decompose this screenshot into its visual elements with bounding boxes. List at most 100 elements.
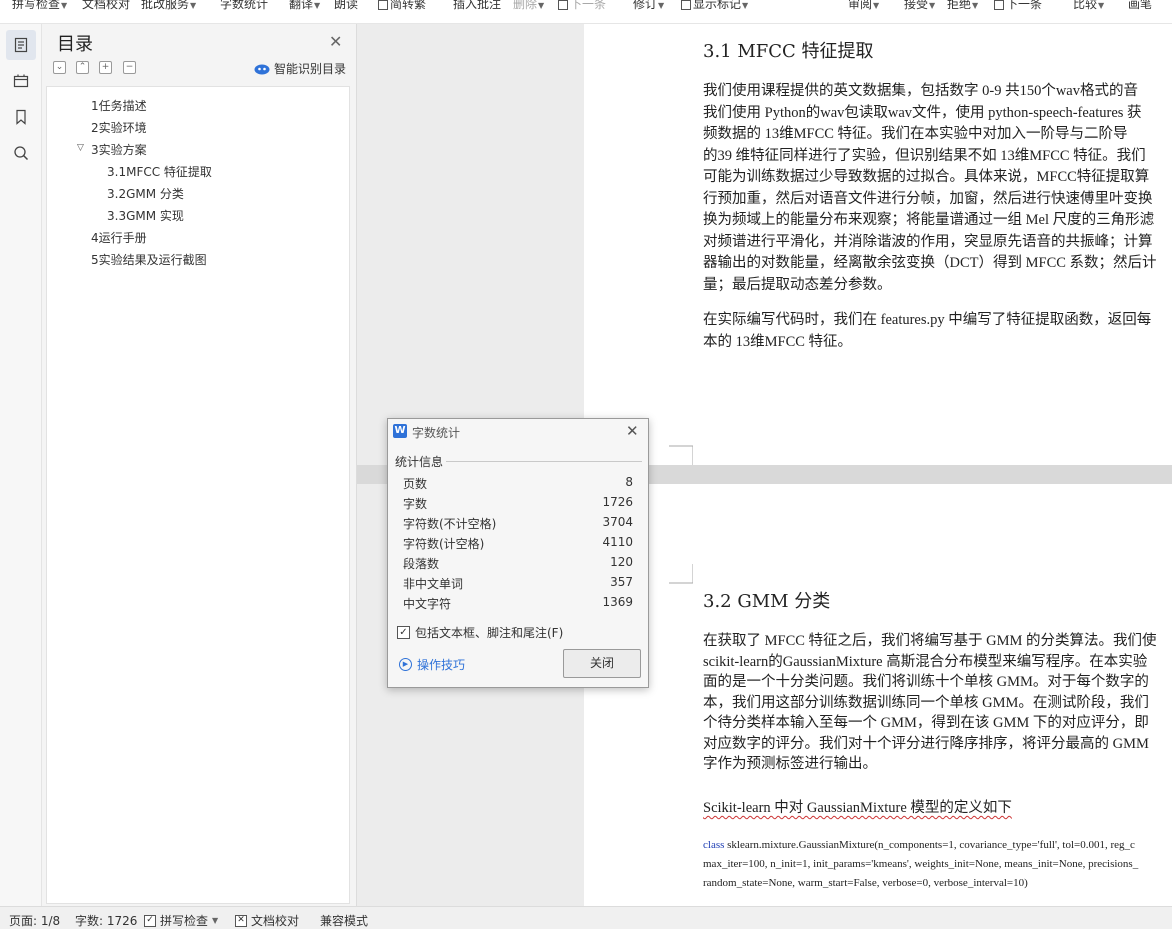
toolbar-button[interactable]: 翻译▼: [289, 0, 320, 13]
expand-all-icon[interactable]: ⌄: [53, 61, 66, 74]
outline-item[interactable]: 3.2GMM 分类: [107, 185, 184, 202]
toolbar-button[interactable]: 朗读: [334, 0, 358, 13]
toolbar-button[interactable]: 下一条: [558, 0, 606, 13]
heading-mfcc[interactable]: 3.1 MFCC 特征提取: [703, 37, 874, 63]
page-indicator[interactable]: 页面: 1/8: [9, 912, 60, 929]
stat-value: 1369: [602, 595, 633, 609]
toolbar-button-label: 批改服务: [141, 0, 190, 11]
toolbar-button[interactable]: 比较▼: [1073, 0, 1104, 13]
toolbar-button[interactable]: 拼写检查▼: [12, 0, 67, 13]
outline-panel-button[interactable]: [6, 30, 36, 60]
word-count-indicator[interactable]: 字数: 1726: [75, 912, 137, 929]
stat-value: 1726: [602, 495, 633, 509]
chevron-down-icon: ▼: [972, 1, 979, 10]
toolbar-button[interactable]: 插入批注: [453, 0, 501, 13]
outline-item[interactable]: 3.1MFCC 特征提取: [107, 163, 212, 180]
compat-mode-indicator: 兼容模式: [320, 914, 369, 928]
stat-label: 中文字符: [403, 597, 452, 611]
code-line: class sklearn.mixture.GaussianMixture(n_…: [703, 836, 1135, 855]
toolbar-action-icon: [681, 0, 691, 10]
stat-row: 段落数 120: [403, 555, 633, 572]
chevron-down-icon[interactable]: ▽: [77, 143, 84, 153]
close-button[interactable]: 关闭: [563, 649, 641, 678]
outline-item[interactable]: 3.3GMM 实现: [107, 207, 184, 224]
toolbar-button-label: 插入批注: [453, 0, 502, 11]
toolbar-button[interactable]: 批改服务▼: [141, 0, 196, 13]
chapter-nav-button[interactable]: [6, 66, 36, 96]
play-icon: ▶: [399, 658, 412, 671]
checkbox-checked-icon: ✓: [144, 914, 156, 927]
toolbar-button[interactable]: 删除▼: [513, 0, 544, 13]
page-corner-mark: [669, 445, 693, 465]
text-line: 行预加重，然后对语音文件进行分帧，加窗，然后进行快速傅里叶变换: [703, 190, 1153, 207]
stat-label: 字数: [403, 497, 428, 511]
checkbox-label: 包括文本框、脚注和尾注(F): [415, 626, 564, 640]
stat-row: 字符数(不计空格) 3704: [403, 515, 633, 532]
toolbar-button-label: 拼写检查: [12, 0, 61, 11]
toolbar-button[interactable]: 显示标记▼: [681, 0, 748, 13]
toolbar-button[interactable]: 简转繁: [378, 0, 426, 13]
toolbar-action-icon: [378, 0, 388, 10]
toolbar-button[interactable]: 修订▼: [633, 0, 664, 13]
proofread-label: 文档校对: [251, 914, 300, 928]
stat-row: 页数 8: [403, 475, 633, 492]
ai-cloud-icon: [254, 64, 270, 74]
toolbar-button[interactable]: 字数统计: [220, 0, 268, 13]
toolbar-button[interactable]: 审阅▼: [848, 0, 879, 13]
outline-item[interactable]: 4运行手册: [91, 229, 147, 246]
stat-row: 非中文单词 357: [403, 575, 633, 592]
outline-item[interactable]: 5实验结果及运行截图: [91, 251, 207, 268]
chevron-down-icon: ▼: [742, 1, 749, 10]
stat-value: 4110: [602, 535, 633, 549]
section-divider: [446, 461, 642, 462]
toolbar-button[interactable]: 画笔: [1128, 0, 1152, 13]
chevron-down-icon: ▼: [190, 1, 197, 10]
spellcheck-status[interactable]: ✓ 拼写检查 ▼: [144, 912, 218, 929]
stat-value: 357: [610, 575, 633, 589]
find-button[interactable]: [6, 138, 36, 168]
stat-label: 字符数(不计空格): [403, 517, 497, 531]
chevron-down-icon: ▼: [658, 1, 665, 10]
paragraph[interactable]: Scikit-learn 中对 GaussianMixture 模型的定义如下: [703, 798, 1012, 819]
toolbar-button-label: 翻译: [289, 0, 314, 11]
close-icon[interactable]: ✕: [329, 32, 342, 51]
outline-title: 目录: [57, 34, 93, 55]
promote-heading-icon[interactable]: +: [99, 61, 112, 74]
outline-item[interactable]: 2实验环境: [91, 119, 147, 136]
chevron-down-icon: ▼: [929, 1, 936, 10]
bookmark-button[interactable]: [6, 102, 36, 132]
outline-item[interactable]: 1任务描述: [91, 97, 147, 114]
tips-link[interactable]: ▶ 操作技巧: [399, 656, 465, 673]
code-text: sklearn.mixture.GaussianMixture(n_compon…: [727, 839, 1135, 851]
toolbar-button[interactable]: 接受▼: [904, 0, 935, 13]
toolbar-button-label: 画笔: [1128, 0, 1153, 11]
search-icon: [14, 146, 29, 161]
smart-recognize-toc-button[interactable]: 智能识别目录: [254, 60, 346, 77]
demote-heading-icon[interactable]: −: [123, 61, 136, 74]
folder-tree-icon: [13, 74, 29, 88]
include-textbox-checkbox[interactable]: ✓ 包括文本框、脚注和尾注(F): [397, 624, 563, 641]
page-corner-mark: [669, 564, 693, 584]
toolbar-button[interactable]: 拒绝▼: [947, 0, 978, 13]
toolbar-button-label: 审阅: [848, 0, 873, 11]
chevron-down-icon: ▼: [873, 1, 880, 10]
chevron-down-icon: ▼: [61, 1, 68, 10]
collapse-all-icon[interactable]: ⌃: [76, 61, 89, 74]
spellcheck-label: 拼写检查: [160, 914, 209, 928]
heading-gmm[interactable]: 3.2 GMM 分类: [703, 587, 830, 613]
stat-row: 字数 1726: [403, 495, 633, 512]
checkbox-checked-icon: ✓: [397, 626, 410, 639]
toolbar-button[interactable]: 下一条: [994, 0, 1042, 13]
stats-section-label: 统计信息: [395, 455, 444, 469]
bookmark-icon: [16, 109, 26, 125]
toolbar-button[interactable]: 文档校对: [82, 0, 130, 13]
smart-recognize-label: 智能识别目录: [274, 62, 347, 76]
proofread-status[interactable]: ✕ 文档校对: [235, 912, 299, 929]
outline-item[interactable]: 3实验方案: [91, 141, 147, 158]
toolbar-button-label: 文档校对: [82, 0, 131, 11]
stat-label: 字符数(计空格): [403, 537, 485, 551]
wps-logo-icon: W: [393, 424, 407, 438]
outline-panel: 目录 ✕ ⌄ ⌃ + − 智能识别目录 1任务描述 2实验环境 ▽ 3实验方案 3.1M…: [42, 24, 357, 906]
close-icon[interactable]: ✕: [626, 422, 639, 440]
toolbar-button-label: 接受: [904, 0, 929, 11]
